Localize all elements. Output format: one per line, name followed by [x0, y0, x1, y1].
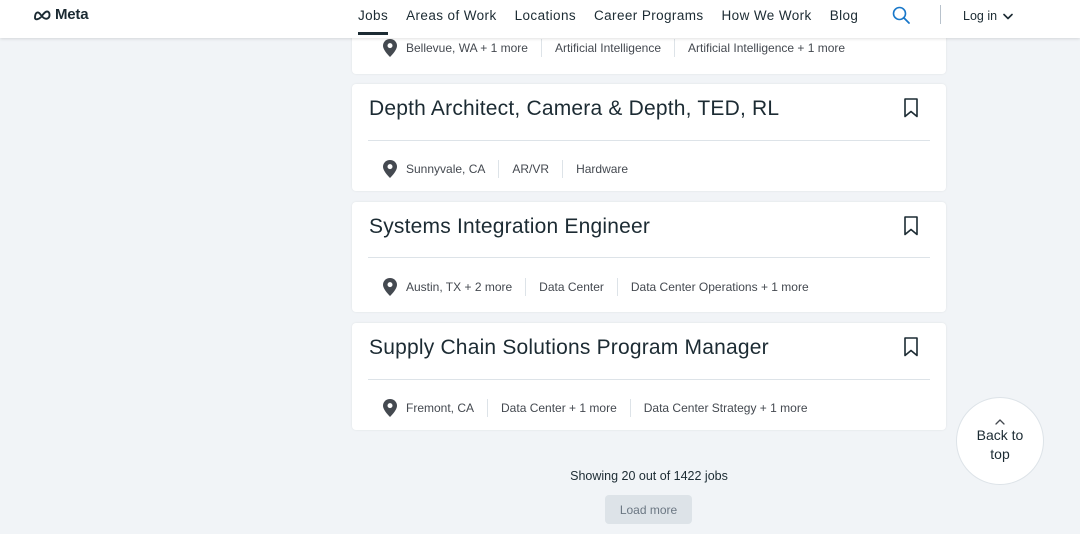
job-tag: Data Center Strategy + 1 more: [629, 399, 821, 417]
job-title[interactable]: Systems Integration Engineer: [369, 215, 650, 239]
job-location: Fremont, CA: [406, 401, 475, 415]
job-location: Sunnyvale, CA: [406, 162, 486, 176]
location-pin-icon: [383, 39, 397, 57]
nav-blog[interactable]: Blog: [830, 8, 859, 23]
bookmark-icon[interactable]: [904, 98, 918, 123]
main-nav: Jobs Areas of Work Locations Career Prog…: [358, 8, 859, 35]
job-card[interactable]: Supply Chain Solutions Program Manager F…: [352, 323, 946, 430]
location-pin-icon: [383, 160, 397, 178]
nav-locations[interactable]: Locations: [515, 8, 576, 23]
chevron-down-icon: [1003, 13, 1013, 19]
job-meta: Austin, TX + 2 more Data Center Data Cen…: [383, 278, 822, 296]
nav-how-we-work[interactable]: How We Work: [722, 8, 812, 23]
meta-logo[interactable]: Meta: [33, 6, 89, 23]
card-divider: [368, 140, 930, 141]
job-meta: Fremont, CA Data Center + 1 more Data Ce…: [383, 399, 821, 417]
location-pin-icon: [383, 399, 397, 417]
location-pin-icon: [383, 278, 397, 296]
bookmark-icon[interactable]: [904, 337, 918, 362]
card-divider: [368, 257, 930, 258]
job-card[interactable]: Depth Architect, Camera & Depth, TED, RL…: [352, 84, 946, 191]
logo-text: Meta: [55, 6, 89, 23]
job-tag: AR/VR: [498, 160, 562, 178]
nav-career-programs[interactable]: Career Programs: [594, 8, 704, 23]
chevron-up-icon: [995, 419, 1005, 425]
nav-areas-of-work[interactable]: Areas of Work: [406, 8, 496, 23]
login-label: Log in: [963, 9, 998, 23]
job-meta: Bellevue, WA + 1 more Artificial Intelli…: [383, 39, 858, 57]
job-tag: Artificial Intelligence: [540, 39, 674, 57]
header-divider: [940, 5, 941, 24]
load-more-button[interactable]: Load more: [605, 495, 692, 524]
job-card[interactable]: Systems Integration Engineer Austin, TX …: [352, 202, 946, 312]
results-count: Showing 20 out of 1422 jobs: [570, 469, 728, 483]
job-location: Austin, TX + 2 more: [406, 280, 513, 294]
job-tag: Hardware: [562, 160, 641, 178]
top-navigation-bar: Meta Jobs Areas of Work Locations Career…: [0, 0, 1080, 38]
login-button[interactable]: Log in: [963, 9, 1013, 23]
back-to-top-label: Back to top: [976, 427, 1024, 462]
job-meta: Sunnyvale, CA AR/VR Hardware: [383, 160, 641, 178]
search-icon[interactable]: [892, 6, 911, 30]
job-title[interactable]: Depth Architect, Camera & Depth, TED, RL: [369, 97, 779, 121]
card-divider: [368, 379, 930, 380]
nav-jobs[interactable]: Jobs: [358, 8, 389, 35]
bookmark-icon[interactable]: [904, 216, 918, 241]
job-tag: Data Center Operations + 1 more: [616, 278, 822, 296]
job-tag: Data Center + 1 more: [487, 399, 630, 417]
job-tag: Artificial Intelligence + 1 more: [674, 39, 858, 57]
job-location: Bellevue, WA + 1 more: [406, 41, 528, 55]
back-to-top-button[interactable]: Back to top: [956, 397, 1044, 485]
job-tag: Data Center: [525, 278, 617, 296]
job-title[interactable]: Supply Chain Solutions Program Manager: [369, 336, 769, 360]
meta-infinity-icon: [34, 10, 51, 20]
